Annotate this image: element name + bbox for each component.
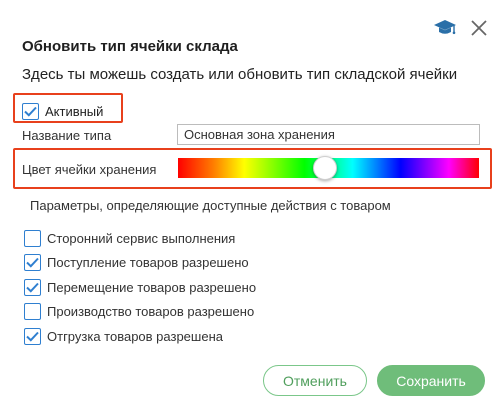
cancel-button[interactable]: Отменить <box>263 365 367 396</box>
cell-color-slider[interactable] <box>178 156 479 180</box>
active-label: Активный <box>45 104 104 119</box>
receiving-label: Поступление товаров разрешено <box>47 255 249 271</box>
receiving-checkbox[interactable] <box>24 254 41 272</box>
shipping-label: Отгрузка товаров разрешена <box>47 328 223 344</box>
save-button[interactable]: Сохранить <box>377 365 485 396</box>
moving-label: Перемещение товаров разрешено <box>47 279 257 295</box>
color-slider-thumb[interactable] <box>312 156 337 180</box>
cell-color-label: Цвет ячейки хранения <box>22 162 157 177</box>
update-cell-type-dialog: Обновить тип ячейки склада Здесь ты може… <box>0 0 503 406</box>
production-checkbox[interactable] <box>24 303 41 321</box>
graduation-cap-icon[interactable] <box>433 16 457 40</box>
type-name-input[interactable] <box>177 124 480 145</box>
third-party-service-label: Сторонний сервис выполнения <box>47 230 236 246</box>
close-icon[interactable] <box>467 16 491 40</box>
permission-row-shipping[interactable]: Отгрузка товаров разрешена <box>24 324 256 349</box>
active-checkbox[interactable] <box>22 103 39 120</box>
permission-row-receiving[interactable]: Поступление товаров разрешено <box>24 251 256 276</box>
shipping-checkbox[interactable] <box>24 327 41 345</box>
permission-row-production[interactable]: Производство товаров разрешено <box>24 300 256 325</box>
type-name-label: Название типа <box>22 128 112 143</box>
permissions-list: Сторонний сервис выполнения Поступление … <box>24 226 256 349</box>
production-label: Производство товаров разрешено <box>47 304 255 320</box>
dialog-subtitle: Здесь ты можешь создать или обновить тип… <box>22 66 458 83</box>
permission-row-moving[interactable]: Перемещение товаров разрешено <box>24 275 256 300</box>
dialog-title: Обновить тип ячейки склада <box>22 38 238 55</box>
moving-checkbox[interactable] <box>24 278 41 296</box>
dialog-header-icons <box>433 16 491 40</box>
permissions-heading: Параметры, определяющие доступные действ… <box>30 198 391 213</box>
permission-row-third-party-service[interactable]: Сторонний сервис выполнения <box>24 226 256 251</box>
active-checkbox-row[interactable]: Активный <box>22 103 103 120</box>
third-party-service-checkbox[interactable] <box>24 229 41 247</box>
